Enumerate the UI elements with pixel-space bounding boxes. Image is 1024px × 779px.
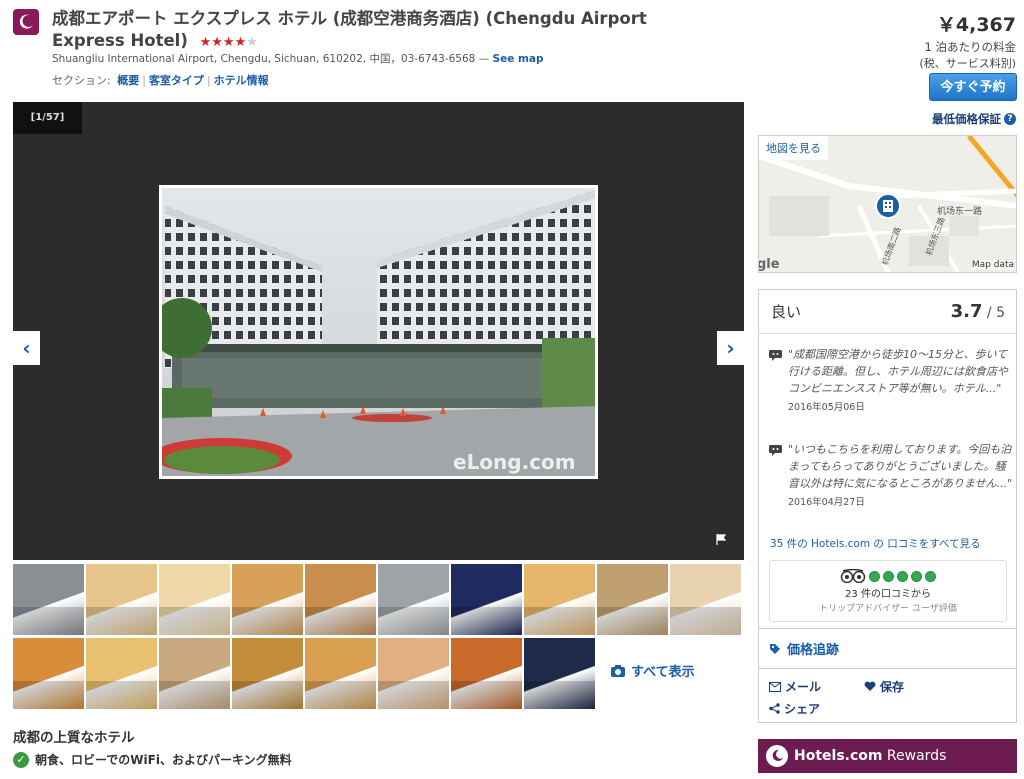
rating-dot	[869, 570, 880, 582]
heart-icon	[864, 681, 876, 691]
gallery-thumbnail[interactable]	[451, 564, 522, 635]
review-item: "成都国際空港から徒歩10～15分と、歩いて行ける距離。但し、ホテル周辺には飲食…	[769, 346, 1014, 416]
envelope-icon	[769, 681, 781, 692]
gallery-thumbnail[interactable]	[378, 564, 449, 635]
all-reviews-link[interactable]: 35 件の Hotels.com の 口コミをすべて見る	[770, 536, 981, 551]
rating-score: 3.7 / 5	[950, 301, 1005, 322]
price-box: ￥4,367 1 泊あたりの料金 (税、サービス料別)	[919, 10, 1016, 71]
question-icon[interactable]: ?	[1004, 113, 1016, 125]
reviews-panel: 良い 3.7 / 5 "成都国際空港から徒歩10～15分と、歩いて行ける距離。但…	[758, 289, 1017, 629]
review-text: "成都国際空港から徒歩10～15分と、歩いて行ける距離。但し、ホテル周辺には飲食…	[788, 348, 1008, 395]
rating-label: 良い	[771, 303, 802, 321]
best-price-guarantee[interactable]: 最低価格保証 ?	[932, 111, 1016, 127]
review-summary: 良い 3.7 / 5	[759, 290, 1016, 334]
best-hotels-heading: 成都の上質なホテル	[13, 730, 135, 746]
section-overview-link[interactable]: 概要	[114, 74, 142, 87]
hotels-logo-icon[interactable]	[13, 9, 39, 35]
review-date: 2016年05月06日	[788, 402, 865, 413]
section-room-types-link[interactable]: 客室タイプ	[146, 74, 207, 87]
gallery-thumbnail[interactable]	[305, 564, 376, 635]
gallery-thumbnail[interactable]	[378, 638, 449, 709]
rating-dot	[911, 570, 922, 582]
price-tax-note: (税、サービス料別)	[919, 57, 1016, 70]
hotel-name: 成都エアポート エクスプレス ホテル (成都空港商务酒店) (Chengdu A…	[52, 9, 647, 50]
photo-counter: [1/57]	[13, 102, 82, 134]
review-date: 2016年04月27日	[788, 497, 865, 508]
price-per-night: 1 泊あたりの料金	[924, 40, 1016, 54]
main-hotel-photo[interactable]: eLong.com	[159, 185, 598, 479]
gallery-thumbnail[interactable]	[159, 638, 230, 709]
gallery-thumbnail[interactable]	[670, 564, 741, 635]
gallery-thumbnail[interactable]	[597, 564, 668, 635]
rewards-banner[interactable]: Hotels.com Rewards	[758, 739, 1017, 773]
price-tracking-button[interactable]: 価格追跡	[758, 629, 1017, 669]
rating-dot	[925, 570, 936, 582]
previous-photo-button[interactable]: ‹	[13, 331, 40, 365]
camera-icon	[611, 664, 625, 677]
section-hotel-info-link[interactable]: ホテル情報	[211, 74, 272, 87]
tripadvisor-count: 23 件の口コミから	[845, 589, 931, 600]
share-button[interactable]: シェア	[769, 700, 820, 717]
save-button[interactable]: 保存	[864, 678, 904, 695]
comment-icon	[769, 445, 782, 456]
location-map[interactable]: 机场东一路 机场东三路 机场南二路 地図を見る gle Map data	[758, 135, 1017, 273]
review-text: "いつもこちらを利用しております。今回も泊まってもらってありがとうございました。…	[788, 443, 1013, 490]
hotel-address: Shuangliu International Airport, Chengdu…	[52, 53, 544, 65]
elong-watermark: eLong.com	[453, 450, 576, 474]
rewards-logo-icon	[766, 745, 788, 767]
price-tag-icon	[770, 643, 780, 654]
review-item: "いつもこちらを利用しております。今回も泊まってもらってありがとうございました。…	[769, 441, 1014, 511]
gallery-thumbnail[interactable]	[86, 564, 157, 635]
star-rating: ★★★★★	[199, 35, 258, 50]
gallery-thumbnail[interactable]	[524, 564, 595, 635]
see-map-link[interactable]: See map	[493, 53, 544, 65]
book-now-button[interactable]: 今すぐ予約	[929, 73, 1017, 101]
gallery-thumbnail[interactable]	[232, 564, 303, 635]
show-all-photos-button[interactable]: すべて表示	[611, 661, 695, 680]
share-icon	[769, 703, 780, 714]
thumbnail-grid	[13, 564, 744, 712]
gallery-thumbnail[interactable]	[305, 638, 376, 709]
rewards-label: Hotels.com Rewards	[794, 748, 947, 764]
free-amenities: ✓ 朝食、ロビーでのWiFi、およびパーキング無料	[13, 751, 292, 768]
google-logo: gle	[758, 257, 780, 272]
gallery-thumbnail[interactable]	[524, 638, 595, 709]
gallery-thumbnail[interactable]	[86, 638, 157, 709]
view-map-link[interactable]: 地図を見る	[759, 136, 828, 160]
comment-icon	[769, 350, 782, 361]
gallery-thumbnail[interactable]	[451, 638, 522, 709]
rating-dot	[897, 570, 908, 582]
tripadvisor-rating-dots	[869, 570, 936, 582]
gallery-thumbnail[interactable]	[13, 638, 84, 709]
gallery-thumbnail[interactable]	[159, 564, 230, 635]
gallery-thumbnail[interactable]	[13, 564, 84, 635]
tripadvisor-subtitle: トリップアドバイザー ユーザ評価	[819, 604, 957, 614]
report-flag-icon[interactable]	[716, 534, 726, 545]
check-icon: ✓	[13, 751, 29, 768]
photo-gallery: [1/57] eLong.com ‹ ›	[13, 102, 744, 560]
price-amount: ￥4,367	[936, 14, 1016, 36]
tripadvisor-rating[interactable]: 23 件の口コミから トリップアドバイザー ユーザ評価	[769, 560, 1007, 622]
hotel-title: 成都エアポート エクスプレス ホテル (成都空港商务酒店) (Chengdu A…	[52, 8, 712, 54]
share-actions: メール 保存 シェア	[758, 669, 1017, 723]
gallery-thumbnail[interactable]	[232, 638, 303, 709]
rating-dot	[883, 570, 894, 582]
svg-text:机场东一路: 机场东一路	[937, 205, 982, 217]
email-button[interactable]: メール	[769, 678, 821, 695]
next-photo-button[interactable]: ›	[717, 331, 744, 365]
map-attribution: Map data	[971, 260, 1014, 270]
tripadvisor-owl-icon	[840, 569, 866, 583]
section-nav: セクション: 概要 | 客室タイプ | ホテル情報	[52, 72, 272, 88]
